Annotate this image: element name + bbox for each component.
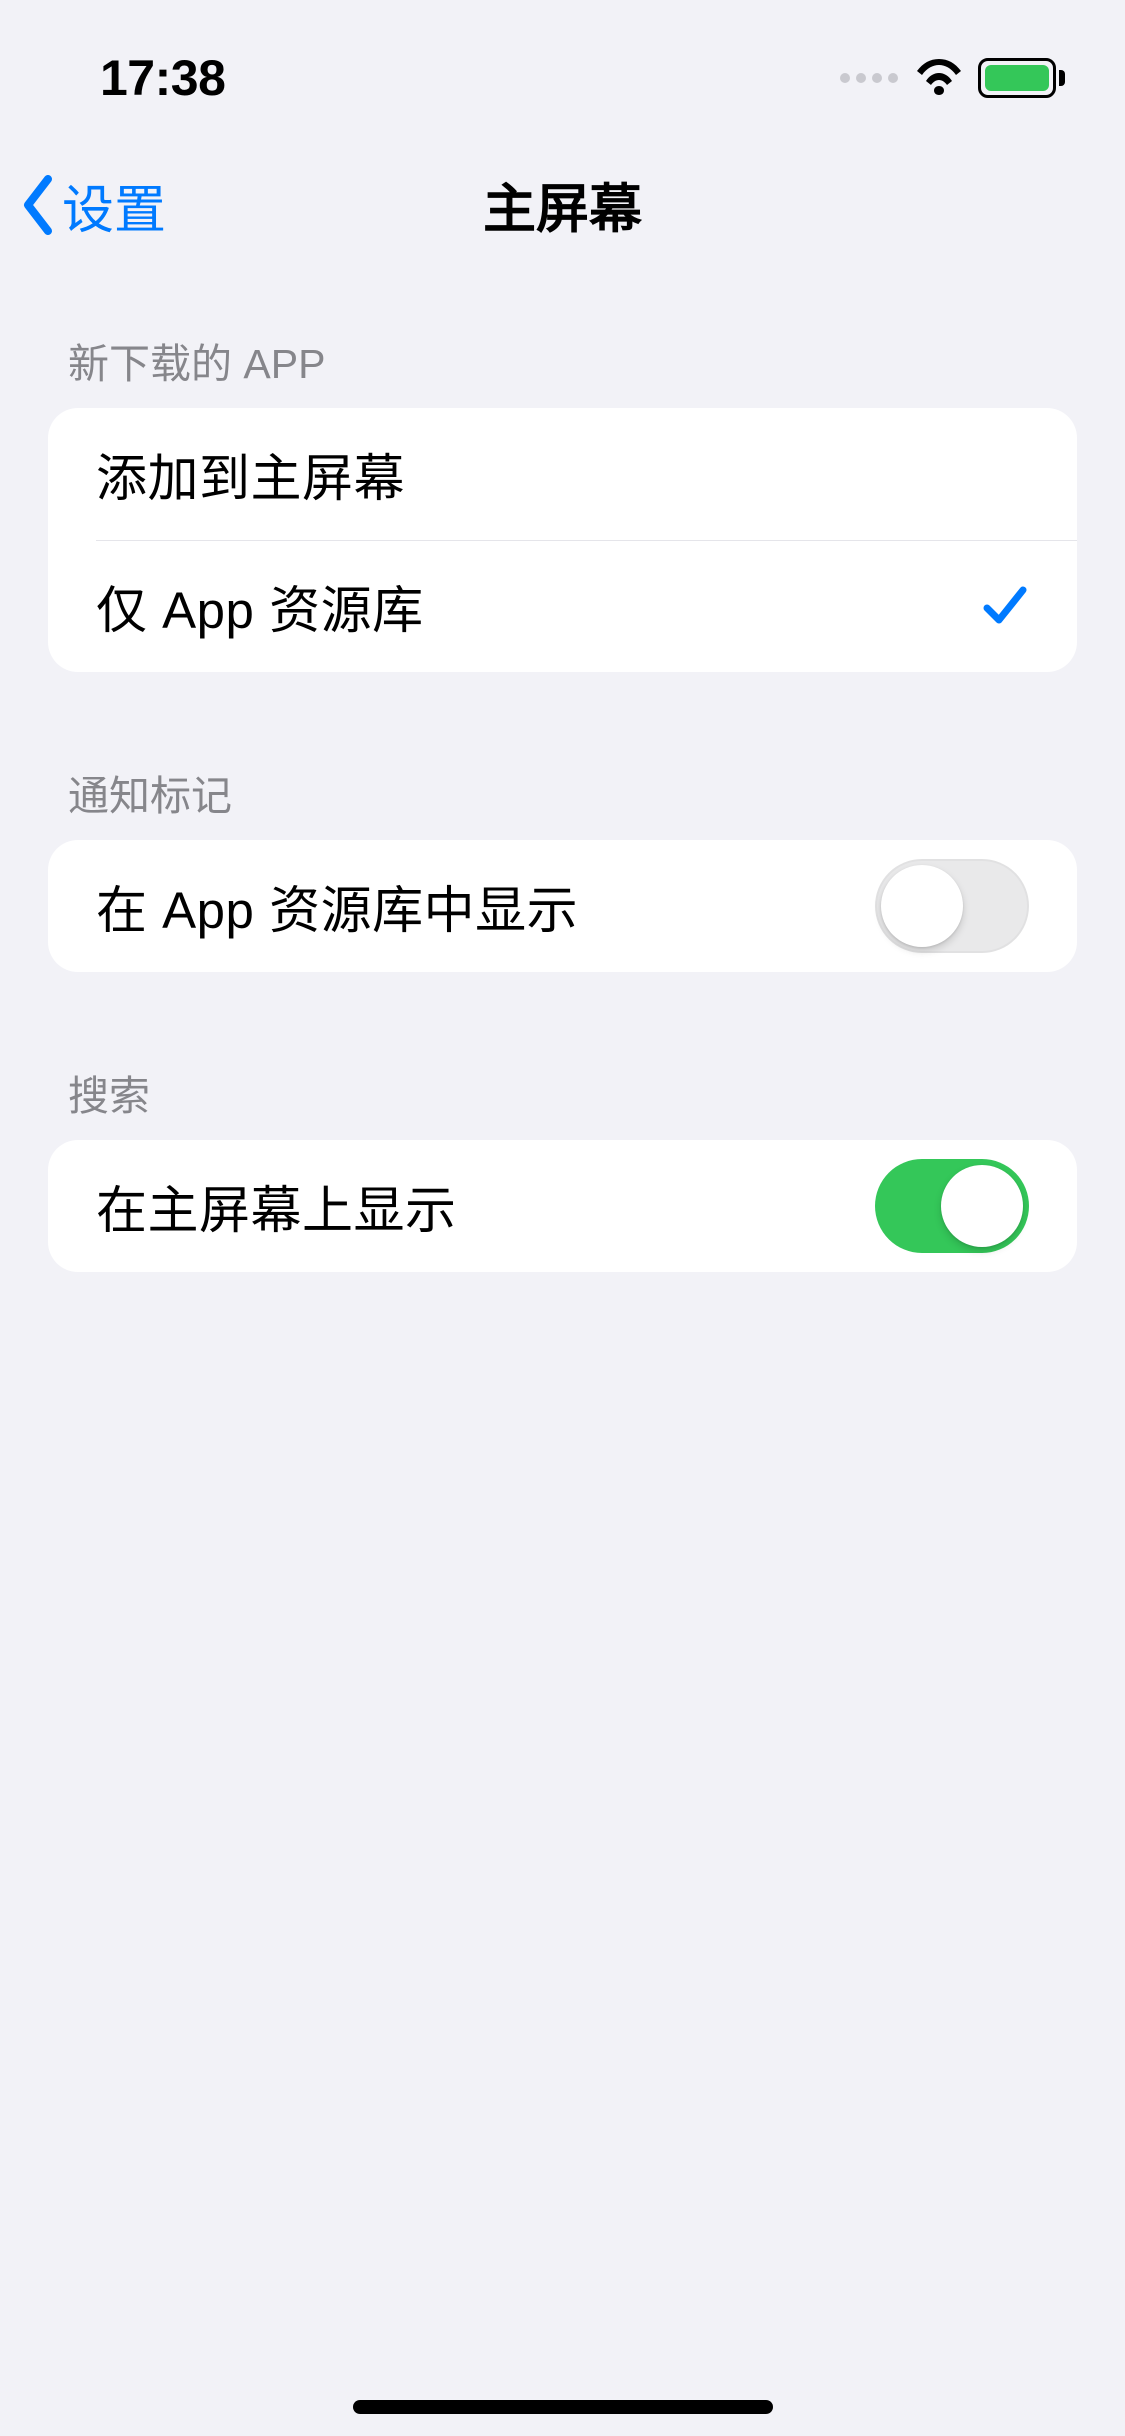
section-search: 搜索 在主屏幕上显示	[48, 1032, 1077, 1272]
status-right	[840, 58, 1065, 98]
status-time: 17:38	[100, 49, 225, 107]
status-bar: 17:38	[0, 0, 1125, 140]
toggle-show-on-home[interactable]	[875, 1159, 1029, 1253]
group-search: 在主屏幕上显示	[48, 1140, 1077, 1272]
option-app-library-only-label: 仅 App 资源库	[96, 569, 424, 643]
cellular-signal-icon	[840, 73, 898, 83]
toggle-show-in-library[interactable]	[875, 859, 1029, 953]
home-indicator[interactable]	[353, 2400, 773, 2414]
chevron-left-icon	[20, 175, 56, 235]
back-label: 设置	[62, 168, 166, 243]
battery-icon	[978, 58, 1065, 98]
wifi-icon	[914, 59, 964, 97]
option-add-to-home-label: 添加到主屏幕	[96, 437, 405, 511]
section-header-new-downloads: 新下载的 APP	[48, 300, 1077, 408]
back-button[interactable]: 设置	[20, 168, 166, 243]
option-app-library-only[interactable]: 仅 App 资源库	[48, 540, 1077, 672]
nav-bar: 设置 主屏幕	[0, 140, 1125, 270]
content: 新下载的 APP 添加到主屏幕 仅 App 资源库 通知标记 在 App 资源库…	[0, 270, 1125, 1272]
section-notification-badges: 通知标记 在 App 资源库中显示	[48, 732, 1077, 972]
row-show-in-library: 在 App 资源库中显示	[48, 840, 1077, 972]
section-header-notification-badges: 通知标记	[48, 732, 1077, 840]
checkmark-icon	[981, 582, 1029, 630]
group-notification-badges: 在 App 资源库中显示	[48, 840, 1077, 972]
row-show-on-home-label: 在主屏幕上显示	[96, 1169, 457, 1243]
row-show-on-home: 在主屏幕上显示	[48, 1140, 1077, 1272]
section-header-search: 搜索	[48, 1032, 1077, 1140]
page-title: 主屏幕	[0, 167, 1125, 243]
row-show-in-library-label: 在 App 资源库中显示	[96, 869, 578, 943]
option-add-to-home[interactable]: 添加到主屏幕	[48, 408, 1077, 540]
group-new-downloads: 添加到主屏幕 仅 App 资源库	[48, 408, 1077, 672]
section-new-downloads: 新下载的 APP 添加到主屏幕 仅 App 资源库	[48, 300, 1077, 672]
